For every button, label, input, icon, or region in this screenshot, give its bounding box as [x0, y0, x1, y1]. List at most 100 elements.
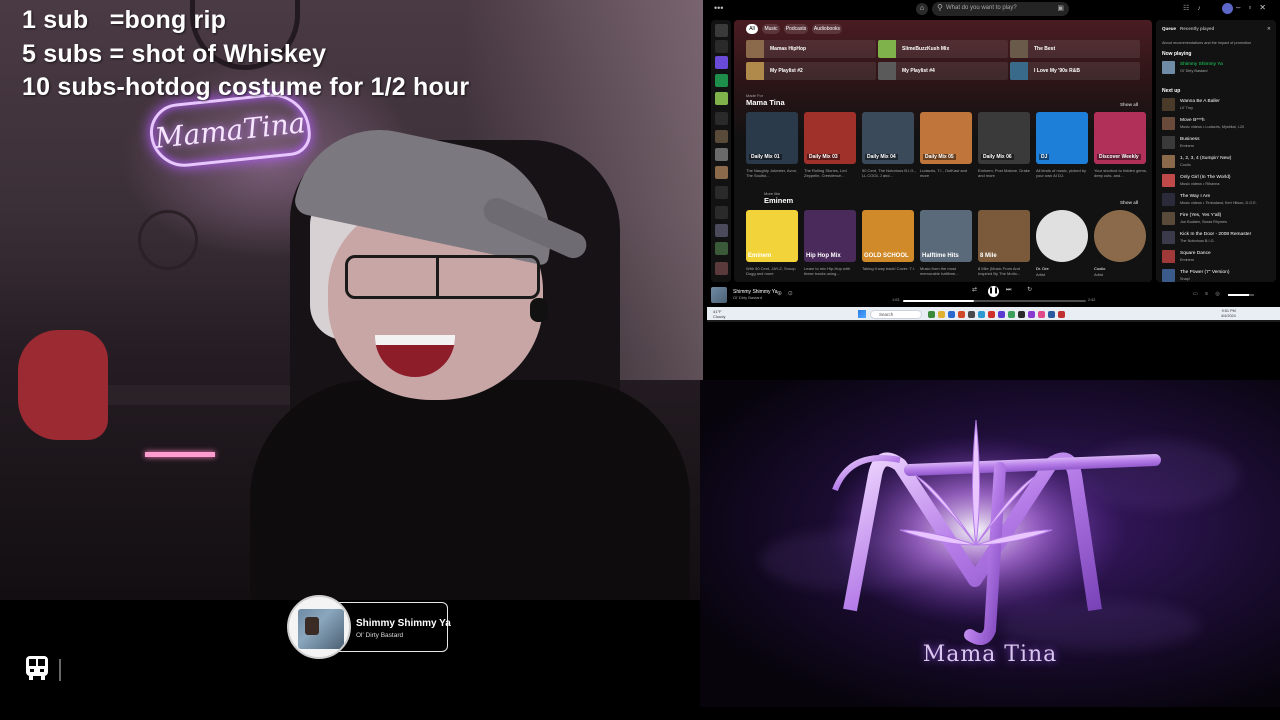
queue-item[interactable]: Square Dance Eminem: [1162, 249, 1272, 265]
sidebar-playlist-6[interactable]: [715, 166, 728, 179]
sidebar-playlist-8[interactable]: [715, 242, 728, 255]
taskbar-app-icon[interactable]: [948, 311, 955, 318]
playlist-card-art[interactable]: Daily Mix 05: [920, 112, 972, 164]
card-caption[interactable]: Ludacris, T.I., OutKast and more: [920, 168, 974, 178]
taskbar-app-icon[interactable]: [1008, 311, 1015, 318]
playlist-card-art[interactable]: Daily Mix 01: [746, 112, 798, 164]
made-for-title[interactable]: Mama Tina: [746, 98, 785, 107]
taskbar-app-icon[interactable]: [1028, 311, 1035, 318]
taskbar-app-icon[interactable]: [958, 311, 965, 318]
queue-item[interactable]: Kick In the Door - 2008 Remaster The Noto…: [1162, 230, 1272, 246]
tab-queue[interactable]: Queue: [1162, 26, 1176, 31]
sidebar-playlist-1[interactable]: [715, 74, 728, 87]
chip-music[interactable]: Music: [762, 24, 780, 34]
sidebar-playlist-2[interactable]: [715, 92, 728, 105]
notifications-icon[interactable]: ☷ ♪: [1183, 4, 1204, 12]
queue-item[interactable]: The Way I Are Music videos • Timbaland, K…: [1162, 192, 1272, 208]
taskbar-app-icon[interactable]: [1058, 311, 1065, 318]
taskbar-app-icon[interactable]: [978, 311, 985, 318]
queue-item[interactable]: Fire (Yes, Yes Y'all) Joe Budden, Busta R…: [1162, 211, 1272, 227]
queue-item[interactable]: Wanna Be A Baller Lil' Troy: [1162, 97, 1272, 113]
close-icon[interactable]: ✕: [1267, 26, 1271, 32]
more-like-title[interactable]: Eminem: [764, 196, 793, 205]
taskbar-app-icon[interactable]: [928, 311, 935, 318]
volume-slider[interactable]: [1228, 294, 1254, 296]
quick-pick-item[interactable]: The Best: [1010, 40, 1140, 58]
quick-pick-item[interactable]: SlimeBuzzKush Mix: [878, 40, 1008, 58]
card-caption[interactable]: 50 Cent, The Notorious B.I.G., LL COOL J…: [862, 168, 916, 178]
queue-item[interactable]: Business Eminem: [1162, 135, 1272, 151]
card-caption[interactable]: Dr. Dre: [1036, 266, 1090, 271]
player-track-artist[interactable]: Ol' Dirty Bastard: [733, 295, 762, 300]
taskbar-app-icon[interactable]: [968, 311, 975, 318]
sidebar-playlist-5[interactable]: [715, 148, 728, 161]
taskbar-app-icon[interactable]: [988, 311, 995, 318]
player-album-art[interactable]: [711, 287, 727, 303]
browse-icon[interactable]: ▣: [1057, 4, 1064, 12]
weather-widget[interactable]: 41°F Cloudy: [713, 309, 725, 319]
card-caption[interactable]: Music from the most memorable halftime..…: [920, 266, 974, 276]
quick-pick-item[interactable]: My Playlist #4: [878, 62, 1008, 80]
window-controls[interactable]: –▫✕: [1236, 3, 1274, 12]
taskbar-app-icon[interactable]: [938, 311, 945, 318]
chip-podcasts[interactable]: Podcasts: [784, 24, 808, 34]
quick-pick-item[interactable]: Mamas HipHop: [746, 40, 876, 58]
taskbar-app-icon[interactable]: [998, 311, 1005, 318]
pause-button[interactable]: ❚❚: [988, 286, 999, 297]
playlist-card-art[interactable]: GOLD SCHOOL: [862, 210, 914, 262]
tab-recently-played[interactable]: Recently played: [1180, 26, 1214, 31]
sidebar-folder[interactable]: [715, 186, 728, 199]
card-caption[interactable]: The Rolling Stones, Led Zeppelin, Creede…: [804, 168, 858, 178]
playlist-card-art[interactable]: 8 Mile: [978, 210, 1030, 262]
playlist-card-art[interactable]: Daily Mix 04: [862, 112, 914, 164]
card-caption[interactable]: 8 Mile (Music From And Inspired By The M…: [978, 266, 1032, 276]
start-icon[interactable]: [858, 310, 866, 318]
card-caption[interactable]: With 50 Cent, JAY-Z, Snoop Dogg and more: [746, 266, 800, 276]
sidebar-artist[interactable]: [715, 206, 728, 219]
quick-pick-item[interactable]: I Love My '90s R&B: [1010, 62, 1140, 80]
playlist-card-art[interactable]: Daily Mix 06: [978, 112, 1030, 164]
queue-note[interactable]: About recommendations and the impact of …: [1162, 41, 1251, 45]
playlist-card-art[interactable]: Eminem: [746, 210, 798, 262]
card-caption[interactable]: Coolio: [1094, 266, 1148, 271]
library-icon[interactable]: [715, 24, 728, 37]
avatar[interactable]: [1222, 3, 1233, 14]
progress-bar[interactable]: [903, 300, 1086, 302]
show-all-link[interactable]: Show all: [1120, 200, 1138, 205]
taskbar-app-icon[interactable]: [1018, 311, 1025, 318]
queue-item[interactable]: Only Girl (In The World) Music videos • R…: [1162, 173, 1272, 189]
queue-now-playing[interactable]: Shimmy Shimmy Ya Ol' Dirty Bastard: [1162, 60, 1272, 76]
card-caption[interactable]: All kinds of music, picked by your own A…: [1036, 168, 1090, 178]
taskbar-app-icon[interactable]: [1048, 311, 1055, 318]
sidebar-playlist-9[interactable]: [715, 262, 728, 275]
search-bar[interactable]: ⚲ What do you want to play? ▣: [932, 2, 1069, 16]
quick-pick-item[interactable]: My Playlist #2: [746, 62, 876, 80]
system-tray-clock[interactable]: 9:51 PM 4/4/2024: [1221, 309, 1236, 319]
sidebar-playlist-4[interactable]: [715, 130, 728, 143]
queue-item[interactable]: Move B***h Music videos • Ludacris, Mysti…: [1162, 116, 1272, 132]
artist-card-image[interactable]: [1036, 210, 1088, 262]
playlist-card-art[interactable]: DJ: [1036, 112, 1088, 164]
chip-audiobooks[interactable]: Audiobooks: [812, 24, 842, 34]
card-caption[interactable]: Your shortcut to hidden gems, deep cuts,…: [1094, 168, 1148, 178]
taskbar-search[interactable]: Search: [870, 310, 922, 319]
card-caption[interactable]: Learn to mix Hip-Hop with these tracks u…: [804, 266, 858, 276]
queue-item[interactable]: 1, 2, 3, 4 (Sumpin' New) Coolio: [1162, 154, 1272, 170]
queue-item[interactable]: The Power (7" Version) Snap!: [1162, 268, 1272, 282]
card-caption[interactable]: The Naughty Jokester, Avon, The Soulful.…: [746, 168, 800, 178]
card-caption[interactable]: Eminem, Post Malone, Drake and more: [978, 168, 1032, 178]
sidebar-playlist-3[interactable]: [715, 112, 728, 125]
chip-all[interactable]: All: [746, 24, 758, 34]
sidebar-playlist-7[interactable]: [715, 224, 728, 237]
skip-controls[interactable]: ⏭ ↻: [1006, 286, 1039, 294]
home-icon[interactable]: ⌂: [916, 3, 928, 15]
menu-dots-icon[interactable]: •••: [714, 3, 723, 13]
liked-songs-item[interactable]: [715, 56, 728, 69]
add-to-playlist-icon[interactable]: ⊕ ⊙: [777, 290, 795, 297]
playlist-card-art[interactable]: Halftime Hits: [920, 210, 972, 262]
card-caption[interactable]: Taking it way back! Cover: T.I.: [862, 266, 916, 271]
playlist-card-art[interactable]: Daily Mix 03: [804, 112, 856, 164]
playlist-card-art[interactable]: Discover Weekly: [1094, 112, 1146, 164]
playlist-card-art[interactable]: Hip Hop Mix: [804, 210, 856, 262]
add-icon[interactable]: [715, 40, 728, 53]
